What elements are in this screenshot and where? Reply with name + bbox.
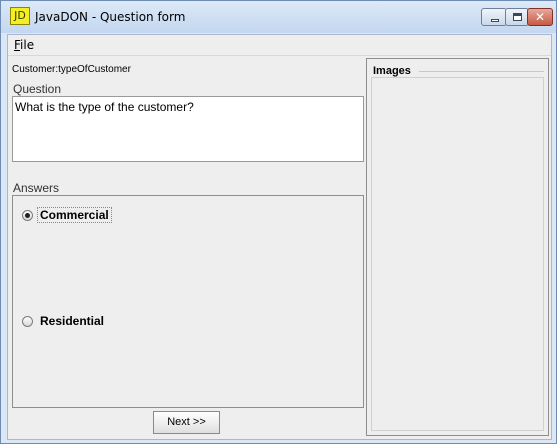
question-text: What is the type of the customer? — [15, 100, 194, 114]
question-label: Question — [13, 82, 62, 96]
question-text-area[interactable]: What is the type of the customer? — [12, 96, 364, 162]
client-area: File Customer:typeOfCustomer Question Wh… — [7, 34, 552, 440]
next-button[interactable]: Next >> — [153, 411, 220, 434]
answers-label: Answers — [13, 181, 60, 195]
radio-residential[interactable] — [22, 316, 33, 327]
close-button[interactable]: ✕ — [527, 8, 553, 26]
app-window: JD JavaDON - Question form ✕ File Custom… — [0, 0, 557, 444]
maximize-icon — [513, 13, 522, 21]
images-area — [371, 77, 544, 431]
window-title: JavaDON - Question form — [35, 10, 186, 24]
maximize-button[interactable] — [505, 8, 529, 26]
option-residential-label[interactable]: Residential — [40, 314, 104, 328]
menu-file-label: ile — [20, 38, 35, 52]
title-bar[interactable]: JD JavaDON - Question form ✕ — [1, 1, 556, 33]
app-icon: JD — [10, 7, 30, 25]
minimize-button[interactable] — [481, 8, 507, 26]
radio-commercial[interactable] — [22, 210, 33, 221]
close-icon: ✕ — [534, 10, 546, 24]
question-id: Customer:typeOfCustomer — [12, 64, 131, 75]
answers-panel: Commercial Residential — [12, 195, 364, 408]
option-commercial-label[interactable]: Commercial — [37, 207, 112, 223]
menu-file[interactable]: File — [14, 38, 34, 52]
images-title: Images — [373, 65, 415, 77]
images-panel: Images — [366, 58, 549, 436]
radio-selected-dot — [25, 213, 30, 218]
images-divider — [419, 71, 544, 72]
menu-bar: File — [8, 35, 551, 56]
minimize-icon — [491, 19, 499, 22]
